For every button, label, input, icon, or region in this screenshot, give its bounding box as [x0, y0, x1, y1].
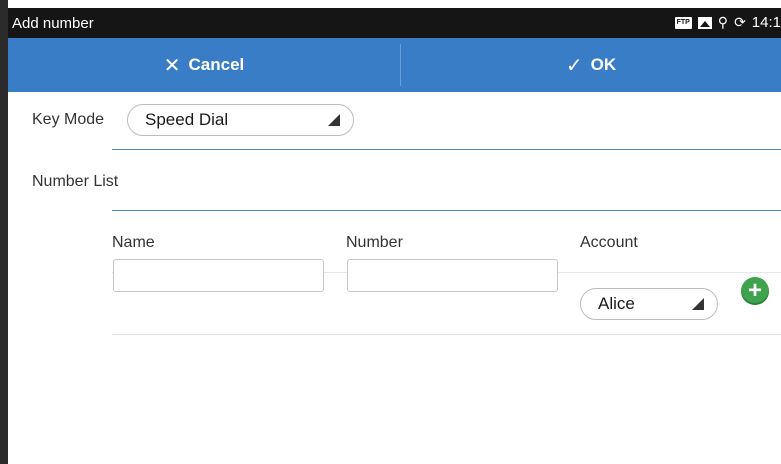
ok-label: OK [590, 55, 617, 74]
close-icon: ✕ [163, 54, 181, 77]
check-icon: ✓ [565, 54, 583, 77]
cancel-button[interactable]: ✕ Cancel [8, 38, 400, 92]
number-input[interactable] [347, 259, 558, 292]
ftp-icon: FTP [674, 16, 692, 29]
number-list-label: Number List [32, 173, 119, 190]
plus-icon: + [747, 277, 762, 304]
account-value: Alice [598, 294, 635, 313]
action-bar: ✕ Cancel ✓ OK [8, 38, 781, 92]
row-divider [112, 334, 781, 335]
cancel-label: Cancel [188, 55, 245, 74]
dropdown-arrow-icon [328, 114, 340, 126]
image-icon [697, 16, 712, 29]
key-mode-value: Speed Dial [145, 110, 229, 129]
window-title: Add number [12, 15, 94, 32]
divider [112, 149, 781, 150]
column-header-number: Number [346, 234, 403, 251]
window-frame-top [0, 0, 781, 8]
window-frame-left [0, 0, 8, 464]
key-mode-label: Key Mode [32, 111, 105, 128]
add-number-button[interactable]: + [741, 277, 769, 305]
usb-icon: ⚲ [717, 14, 729, 30]
name-input[interactable] [113, 259, 324, 292]
divider [112, 210, 781, 211]
column-header-name: Name [112, 234, 155, 251]
status-icons: FTP ⚲ ⟳ 14:1 [674, 14, 781, 31]
status-bar: Add number FTP ⚲ ⟳ 14:1 [8, 8, 781, 38]
column-header-account: Account [580, 234, 638, 251]
dropdown-arrow-icon [692, 298, 704, 310]
key-mode-dropdown[interactable]: Speed Dial [127, 104, 354, 136]
account-dropdown[interactable]: Alice [580, 288, 718, 320]
clock: 14:1 [751, 14, 781, 31]
ok-button[interactable]: ✓ OK [401, 38, 781, 92]
sync-icon: ⟳ [734, 14, 746, 30]
